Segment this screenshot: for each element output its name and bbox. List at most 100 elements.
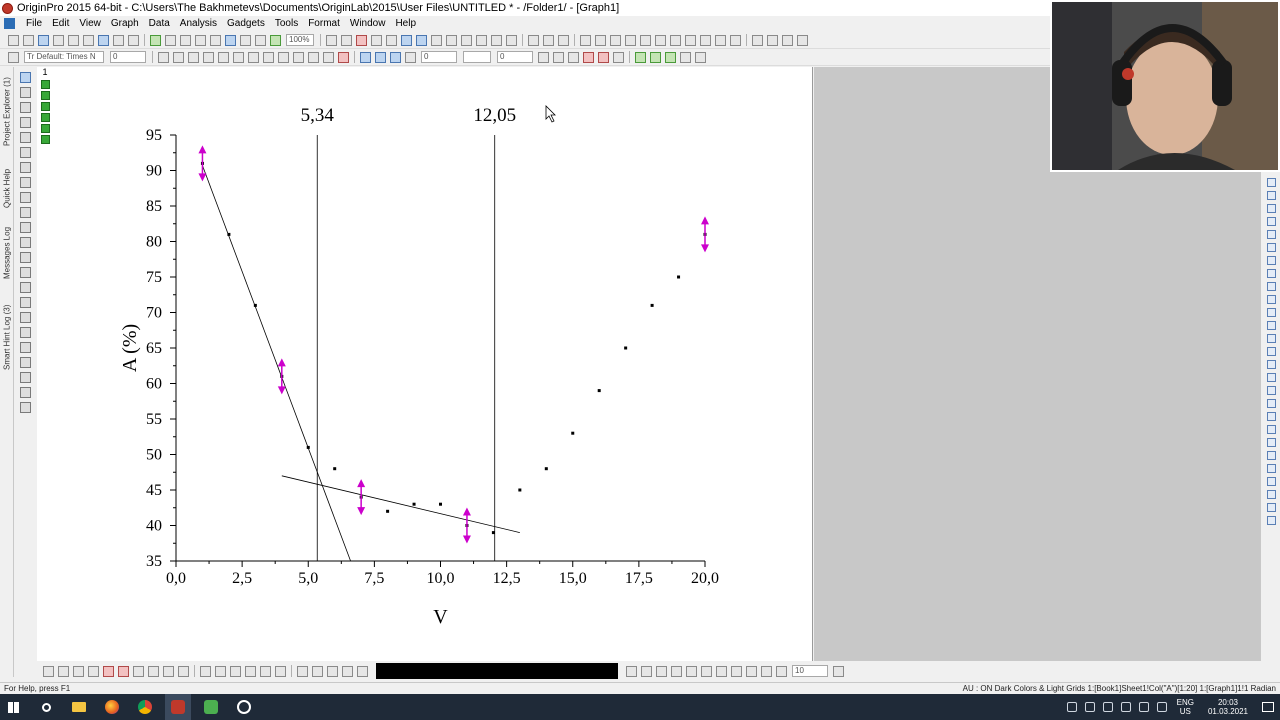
data-reader-icon[interactable] — [19, 132, 31, 143]
filter-icon[interactable] — [610, 34, 621, 46]
histogram-icon[interactable] — [163, 665, 174, 677]
horizontal-panel-icon[interactable] — [357, 665, 368, 677]
pattern-icon[interactable] — [375, 51, 386, 63]
subgroup-icon[interactable] — [730, 34, 741, 46]
align-icon[interactable] — [650, 51, 661, 63]
project-explorer-icon[interactable] — [386, 34, 397, 46]
lock-icon[interactable] — [40, 91, 50, 100]
sum-icon[interactable] — [543, 34, 554, 46]
messages-log-tab[interactable]: Messages Log — [0, 221, 14, 285]
export-icon[interactable] — [210, 34, 221, 46]
layout-icon[interactable] — [1267, 347, 1276, 356]
subscript-icon[interactable] — [218, 51, 229, 63]
zoom-out-icon[interactable] — [19, 102, 31, 113]
distribute-icon[interactable] — [665, 51, 676, 63]
timestamp-icon[interactable] — [506, 34, 517, 46]
save-project-icon[interactable] — [180, 34, 191, 46]
layout-icon[interactable] — [1267, 373, 1276, 382]
clock-app-icon[interactable] — [231, 694, 257, 720]
border-combo[interactable] — [463, 51, 491, 63]
lock-icon[interactable] — [40, 124, 50, 133]
layer-number[interactable]: 1 — [42, 67, 47, 77]
font-size-combo[interactable]: 0 — [110, 51, 146, 63]
mask-points-icon[interactable] — [19, 177, 31, 188]
scatter-plot-icon[interactable] — [58, 665, 69, 677]
line-color-icon[interactable] — [390, 51, 401, 63]
3d-grid-icon[interactable] — [761, 665, 772, 677]
line-width-combo[interactable]: 0 — [421, 51, 457, 63]
file-explorer-icon[interactable] — [66, 694, 92, 720]
decrease-font-icon[interactable] — [278, 51, 289, 63]
zoom-in-icon[interactable] — [19, 87, 31, 98]
line-style-icon[interactable] — [405, 51, 416, 63]
layout-icon[interactable] — [1267, 490, 1276, 499]
pie-plot-icon[interactable] — [133, 665, 144, 677]
3d-tilt-icon[interactable] — [641, 665, 652, 677]
sort-icon[interactable] — [558, 34, 569, 46]
menu-help[interactable]: Help — [390, 18, 421, 29]
menu-format[interactable]: Format — [303, 18, 345, 29]
open-icon[interactable] — [98, 34, 109, 46]
supersubscript-icon[interactable] — [233, 51, 244, 63]
go-first-icon[interactable] — [752, 34, 763, 46]
column-plot-icon[interactable] — [103, 665, 114, 677]
layout-icon[interactable] — [1267, 503, 1276, 512]
size-combo[interactable]: 10 — [792, 665, 828, 677]
lock-icon[interactable] — [40, 113, 50, 122]
font-name-combo[interactable]: Tr Default: Times N — [24, 51, 104, 63]
go-previous-icon[interactable] — [767, 34, 778, 46]
smart-hint-log-tab[interactable]: Smart Hint Log (3) — [0, 293, 14, 381]
3d-frame-icon[interactable] — [731, 665, 742, 677]
line-tool-icon[interactable] — [19, 222, 31, 233]
notification-icon[interactable] — [1262, 702, 1274, 712]
import-icon[interactable] — [150, 34, 161, 46]
box-plot-icon[interactable] — [148, 665, 159, 677]
menu-analysis[interactable]: Analysis — [175, 18, 222, 29]
new-worksheet-icon[interactable] — [23, 34, 34, 46]
clock[interactable]: 20:03 01.03.2021 — [1208, 698, 1248, 716]
new-project-icon[interactable] — [8, 34, 19, 46]
origin-taskbar-icon[interactable] — [165, 694, 191, 720]
merge-graph-icon[interactable] — [461, 34, 472, 46]
vertical-panel-icon[interactable] — [342, 665, 353, 677]
insert-equation-icon[interactable] — [19, 297, 31, 308]
layout-icon[interactable] — [1267, 425, 1276, 434]
menu-window[interactable]: Window — [345, 18, 391, 29]
menu-tools[interactable]: Tools — [270, 18, 303, 29]
lock-icon[interactable] — [40, 102, 50, 111]
underline-icon[interactable] — [188, 51, 199, 63]
new-function-icon[interactable] — [68, 34, 79, 46]
language-indicator[interactable]: ENG US — [1177, 698, 1194, 716]
mark-tool-icon[interactable] — [19, 402, 31, 413]
set-x-icon[interactable] — [640, 34, 651, 46]
print-icon[interactable] — [225, 34, 236, 46]
recalculate-icon[interactable] — [270, 34, 281, 46]
new-matrix-icon[interactable] — [53, 34, 64, 46]
layout-icon[interactable] — [1267, 282, 1276, 291]
curve-tool-icon[interactable] — [19, 357, 31, 368]
layout-icon[interactable] — [1267, 204, 1276, 213]
stack-icon[interactable] — [312, 665, 323, 677]
insert-graph-icon[interactable] — [19, 267, 31, 278]
template-icon[interactable] — [275, 665, 286, 677]
superscript-icon[interactable] — [203, 51, 214, 63]
layout-icon[interactable] — [1267, 243, 1276, 252]
layer-tool-icon[interactable] — [19, 387, 31, 398]
freehand-tool-icon[interactable] — [19, 342, 31, 353]
fill-combo[interactable]: 0 — [497, 51, 533, 63]
layout-icon[interactable] — [1267, 516, 1276, 525]
increase-font-icon[interactable] — [263, 51, 274, 63]
polar-icon[interactable] — [260, 665, 271, 677]
security-icon[interactable] — [1084, 702, 1095, 712]
merge-icon[interactable] — [598, 51, 609, 63]
layout-icon[interactable] — [1267, 295, 1276, 304]
line-symbol-plot-icon[interactable] — [73, 665, 84, 677]
refresh-icon[interactable] — [240, 34, 251, 46]
line-plot-icon[interactable] — [43, 665, 54, 677]
layout-icon[interactable] — [1267, 321, 1276, 330]
grid-icon[interactable] — [553, 51, 564, 63]
insert-table-icon[interactable] — [19, 282, 31, 293]
layout-icon[interactable] — [1267, 451, 1276, 460]
arrow-tool-icon[interactable] — [19, 207, 31, 218]
ternary-icon[interactable] — [245, 665, 256, 677]
